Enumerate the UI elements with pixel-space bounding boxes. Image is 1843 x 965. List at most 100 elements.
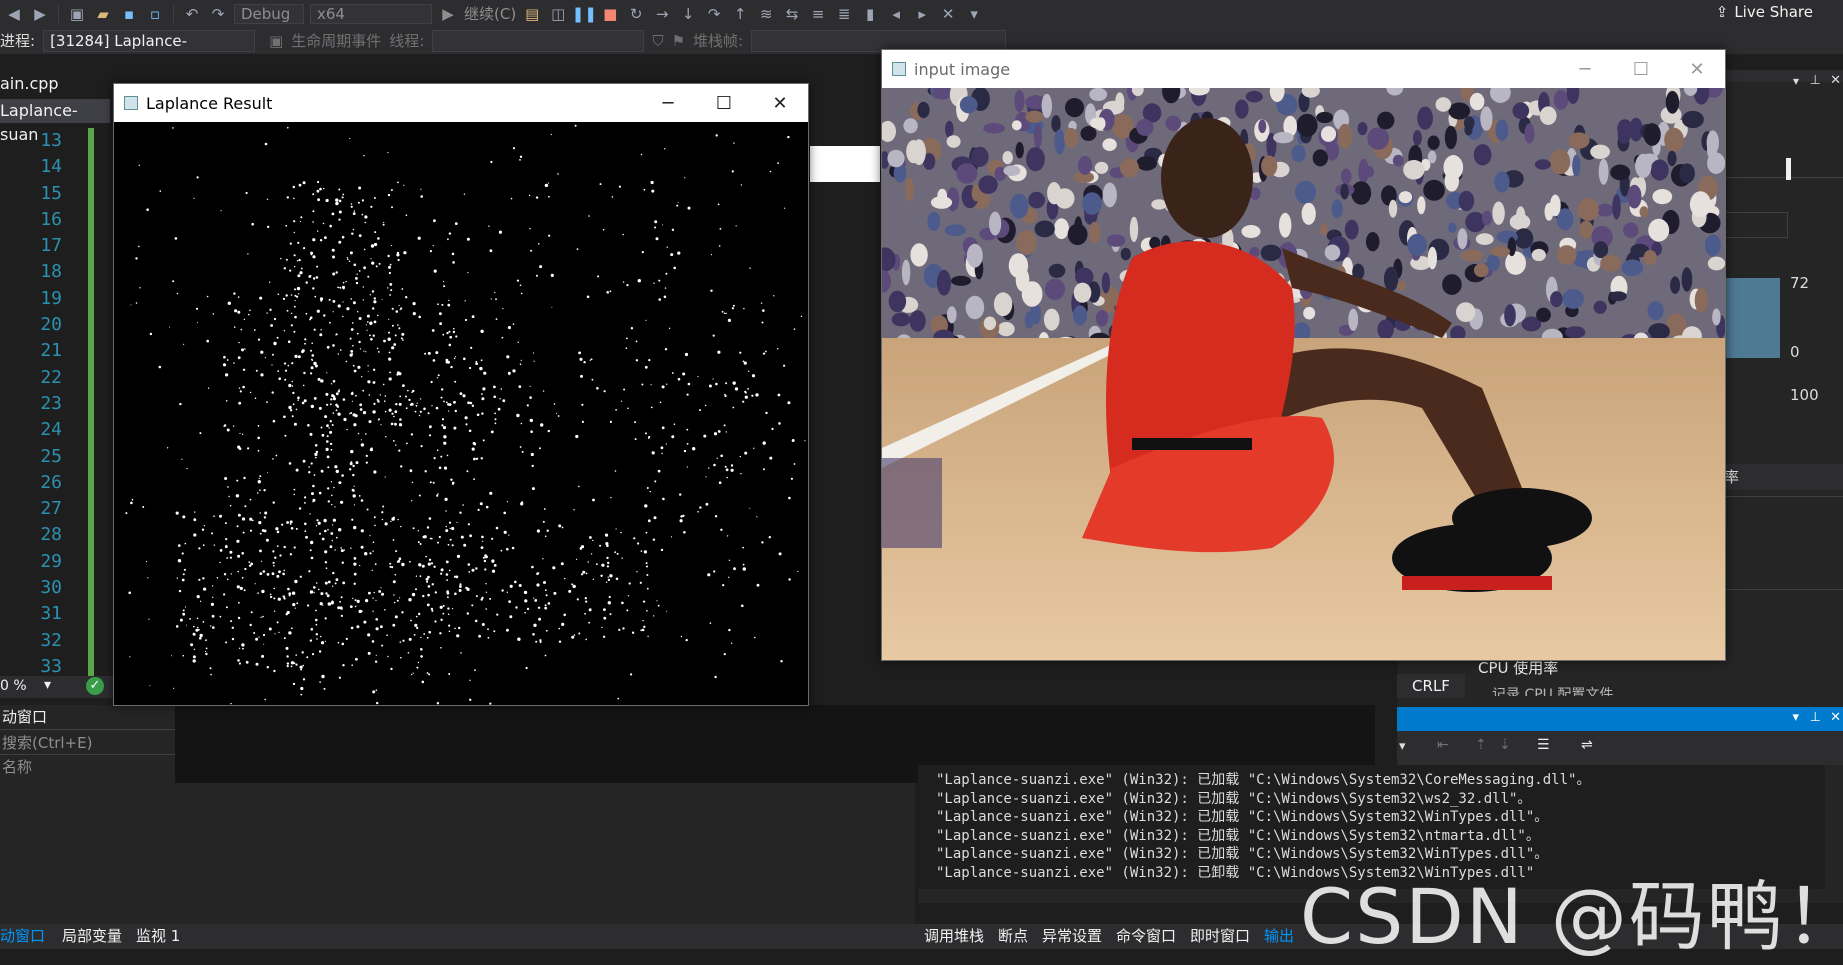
next-message-icon[interactable]: ⇣ — [1499, 737, 1511, 753]
live-share-button[interactable]: ⇪ Live Share — [1716, 3, 1813, 21]
step-into-icon[interactable]: ↓ — [678, 4, 698, 24]
laplance-window-titlebar[interactable]: Laplance Result ─ ☐ ✕ — [114, 84, 808, 122]
pause-icon[interactable]: ❚❚ — [572, 4, 597, 24]
maximize-button[interactable]: ☐ — [696, 84, 752, 122]
edge-pixel — [405, 395, 407, 398]
zoom-dropdown-icon[interactable]: ▾ — [44, 677, 51, 693]
edge-pixel — [312, 238, 316, 242]
bookmark-next-icon[interactable]: ▸ — [912, 4, 932, 24]
crowd-spectator — [1577, 197, 1599, 221]
thread-icon[interactable]: ≋ — [756, 4, 776, 24]
platform-combo[interactable]: x64 — [310, 3, 432, 24]
filter-icon[interactable]: ⛉ — [652, 32, 663, 50]
bookmark-clear-icon[interactable]: ✕ — [938, 4, 958, 24]
edge-pixel — [172, 280, 175, 283]
minimize-button[interactable]: ─ — [640, 84, 696, 122]
close-button[interactable]: ✕ — [1669, 50, 1725, 88]
minimize-button[interactable]: ─ — [1557, 50, 1613, 88]
back-icon[interactable]: ◀ — [4, 4, 24, 24]
save-icon[interactable]: ▪ — [119, 4, 139, 24]
tab-watch1[interactable]: 监视 1 — [136, 924, 180, 949]
forward-icon[interactable]: ▶ — [30, 4, 50, 24]
new-project-icon[interactable]: ▣ — [67, 4, 87, 24]
edge-pixel — [341, 642, 345, 646]
edge-pixel — [252, 519, 254, 522]
laplance-result-window[interactable]: Laplance Result ─ ☐ ✕ — [113, 83, 809, 706]
tab-exceptions[interactable]: 异常设置 — [1042, 924, 1102, 949]
prev-message-icon[interactable]: ⇡ — [1475, 737, 1487, 753]
input-image-window[interactable]: input image ─ ☐ ✕ — [881, 49, 1726, 661]
tab-output[interactable]: 输出 — [1264, 924, 1294, 949]
edge-pixel — [395, 550, 398, 553]
config-combo[interactable]: Debug — [234, 3, 304, 24]
line-ending-indicator[interactable]: CRLF — [1397, 674, 1465, 698]
redo-icon[interactable]: ↷ — [208, 4, 228, 24]
output-close-icon[interactable]: ✕ — [1830, 710, 1841, 725]
restart-icon[interactable]: ↻ — [626, 4, 646, 24]
edge-pixel — [388, 351, 391, 354]
tab-command[interactable]: 命令窗口 — [1116, 924, 1176, 949]
output-dropdown-icon[interactable]: ▾ — [1792, 710, 1799, 725]
pin-icon[interactable]: ⊥ — [1810, 73, 1821, 88]
edge-pixel — [440, 568, 444, 572]
continue-icon[interactable]: ▶ — [438, 4, 458, 24]
stop-icon[interactable]: ■ — [600, 4, 620, 24]
tab-immediate[interactable]: 即时窗口 — [1190, 924, 1250, 949]
edge-pixel — [519, 159, 521, 161]
maximize-button[interactable]: ☐ — [1613, 50, 1669, 88]
hex-icon[interactable]: ⇆ — [782, 4, 802, 24]
zoom-level[interactable]: 0 % — [0, 678, 27, 694]
record-cpu-profile-link[interactable]: 记录 CPU 配置文件 — [1492, 684, 1613, 696]
lifecycle-label[interactable]: 生命周期事件 — [291, 30, 381, 51]
find-message-icon[interactable]: ⇤ — [1437, 737, 1449, 753]
output-source-dropdown-icon[interactable]: ▾ — [1399, 739, 1406, 754]
edge-pixel — [531, 464, 534, 468]
edge-pixel — [356, 625, 360, 629]
step-out-icon[interactable]: ↑ — [730, 4, 750, 24]
word-wrap-icon[interactable]: ⇌ — [1581, 737, 1593, 753]
edge-pixel — [715, 134, 718, 137]
camera-icon[interactable]: ◫ — [548, 4, 568, 24]
bookmark-icon[interactable]: ▮ — [860, 4, 880, 24]
crowd-spectator — [1119, 158, 1139, 178]
outdent-icon[interactable]: ≣ — [834, 4, 854, 24]
edge-pixel — [451, 252, 455, 256]
tab-breakpoints[interactable]: 断点 — [998, 924, 1028, 949]
output-pin-icon[interactable]: ⊥ — [1810, 710, 1821, 725]
lifecycle-icon[interactable]: ▣ — [269, 32, 283, 50]
edge-pixel — [325, 392, 329, 396]
process-combo[interactable]: [31284] Laplance-suanzi.exe — [43, 29, 256, 70]
tab-project[interactable]: Laplance-suan — [0, 99, 110, 144]
input-window-titlebar[interactable]: input image ─ ☐ ✕ — [882, 50, 1725, 88]
tab-locals[interactable]: 局部变量 — [62, 924, 122, 949]
step-over-icon[interactable]: ↷ — [704, 4, 724, 24]
indent-icon[interactable]: ≡ — [808, 4, 828, 24]
save-all-icon[interactable]: ▫ — [145, 4, 165, 24]
edge-pixel — [340, 614, 343, 617]
close-button[interactable]: ✕ — [752, 84, 808, 122]
flag-icon[interactable]: ⚑ — [672, 32, 685, 50]
edge-pixel — [428, 434, 432, 437]
edge-pixel — [341, 235, 345, 239]
edge-pixel — [769, 456, 773, 460]
undo-icon[interactable]: ↶ — [182, 4, 202, 24]
crowd-spectator — [951, 275, 971, 286]
continue-button[interactable]: 继续(C) — [464, 3, 516, 24]
edge-pixel — [241, 552, 244, 555]
tab-main-cpp[interactable]: ain.cpp — [0, 72, 90, 96]
show-next-statement-icon[interactable]: → — [652, 4, 672, 24]
tab-autos[interactable]: 动窗口 — [0, 924, 45, 949]
edge-pixel — [203, 525, 205, 527]
clear-all-icon[interactable]: ☰ — [1537, 737, 1550, 753]
browse-icon[interactable]: ▤ — [522, 4, 542, 24]
edge-pixel — [800, 315, 803, 318]
bookmark-prev-icon[interactable]: ◂ — [886, 4, 906, 24]
tab-callstack[interactable]: 调用堆栈 — [924, 924, 984, 949]
edge-pixel — [236, 525, 239, 527]
thread-combo[interactable] — [432, 29, 645, 52]
pin-icon[interactable]: ▾ — [1793, 74, 1799, 88]
close-icon[interactable]: ✕ — [1830, 73, 1841, 88]
open-folder-icon[interactable]: ▰ — [93, 4, 113, 24]
edge-pixel — [286, 521, 289, 524]
overflow-icon[interactable]: ▾ — [964, 4, 984, 24]
